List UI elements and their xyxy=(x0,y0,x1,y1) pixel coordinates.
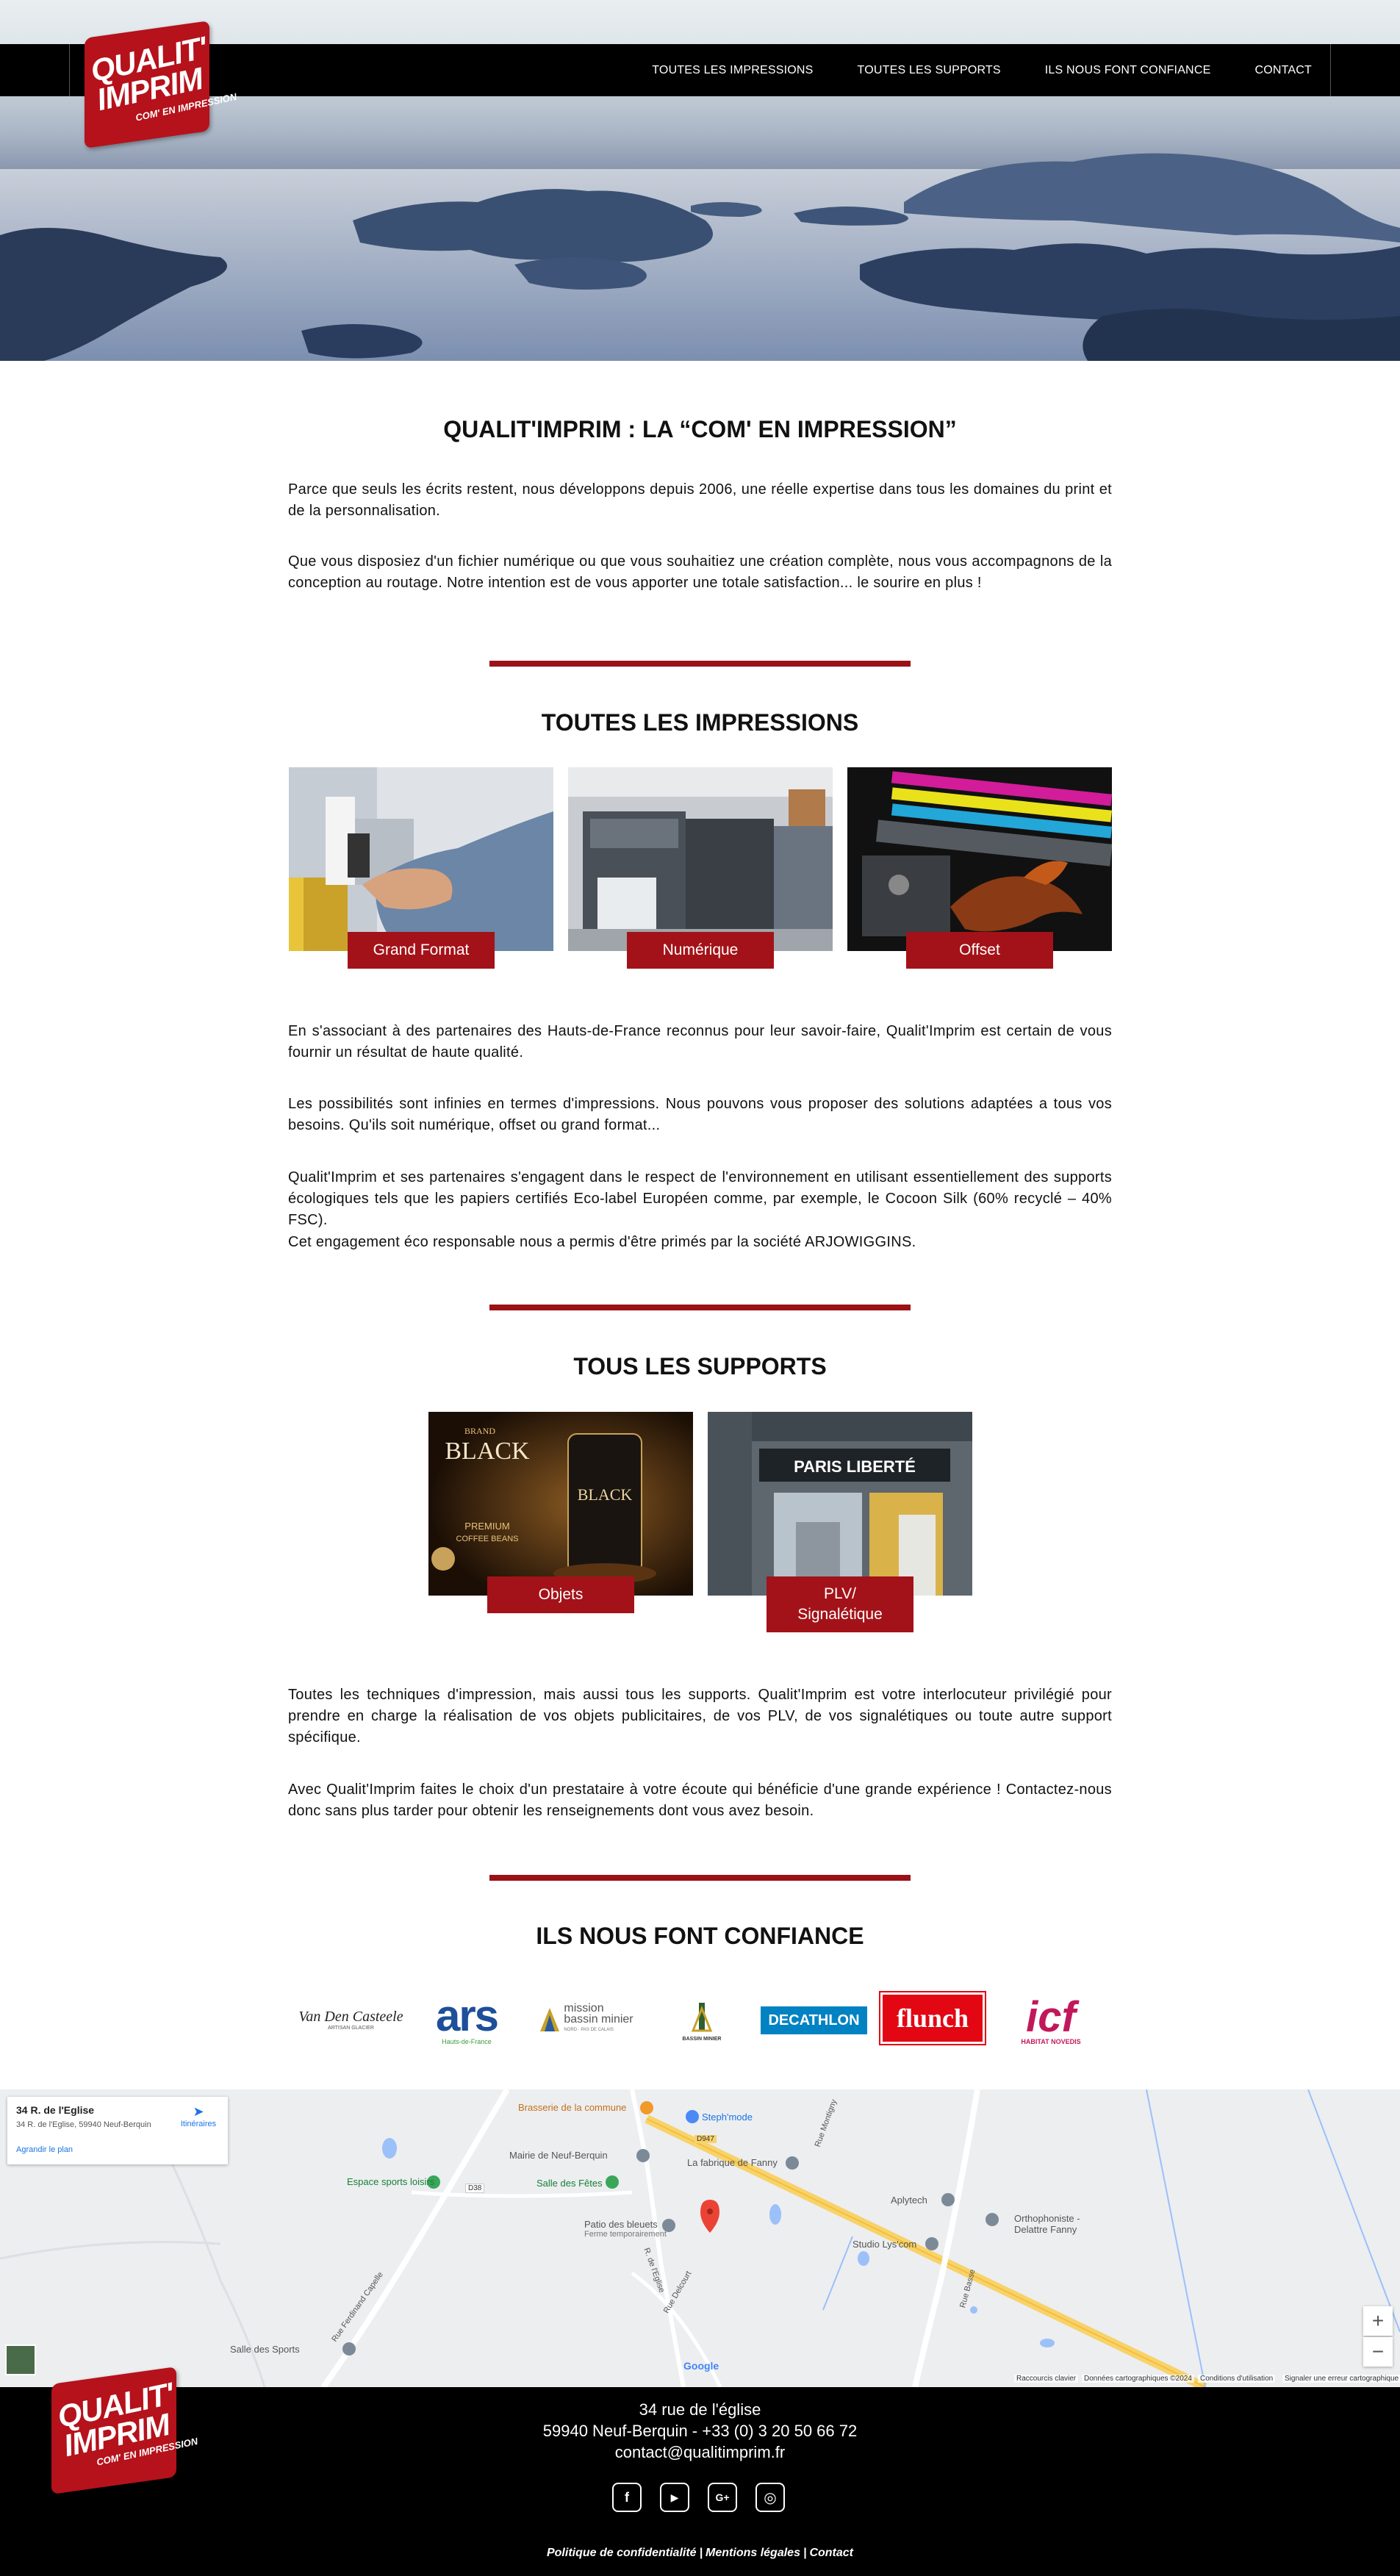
partner-logo-ars: ars Hauts-de-France xyxy=(435,1990,499,2045)
coffee-can-photo: BRAND BLACK BLACK PREMIUM COFFEE BEANS xyxy=(428,1412,693,1596)
supports-paragraph-2: Avec Qualit'Imprim faites le choix d'un … xyxy=(288,1782,1112,1819)
partner-logo-vandencasteele: Van Den Casteele ARTISAN GLACIER xyxy=(298,2008,403,2031)
footer-logo[interactable]: QUALIT' IMPRIM COM' EN IMPRESSION xyxy=(51,2365,220,2494)
coffee-premium-text: PREMIUM xyxy=(464,1521,509,1532)
partner-logo-decathlon: DECATHLON xyxy=(761,2006,867,2034)
privacy-policy-link[interactable]: Politique de confidentialité xyxy=(547,2547,697,2559)
partner-logo-mission-bassin-minier: mission bassin minier NORD · PAS DE CALA… xyxy=(533,1999,639,2039)
numerique-button[interactable]: Numérique xyxy=(627,932,774,969)
coffee-brand-text: BRAND xyxy=(464,1426,495,1436)
map-label-fabrique-fanny: La fabrique de Fanny xyxy=(687,2157,778,2168)
nav-link-contact[interactable]: CONTACT xyxy=(1254,64,1312,77)
map-zoom-in-button[interactable]: + xyxy=(1363,2306,1393,2336)
section-divider xyxy=(489,1875,911,1881)
map-directions-button[interactable]: ➤ Itinéraires xyxy=(176,2104,220,2128)
partner-logo-flunch: flunch xyxy=(879,1991,986,2045)
impressions-title: TOUTES LES IMPRESSIONS xyxy=(541,709,859,736)
intro-paragraph-1: Parce que seuls les écrits restent, nous… xyxy=(288,481,1112,519)
map-label-d38: D38 xyxy=(465,2184,485,2193)
map-label-stephmode: Steph'mode xyxy=(702,2112,753,2123)
card-grand-format[interactable]: Grand Format xyxy=(289,767,553,969)
svg-text:BLACK: BLACK xyxy=(578,1485,633,1504)
youtube-icon[interactable]: ▶ xyxy=(660,2483,689,2512)
site-logo[interactable]: QUALIT' IMPRIM COM' EN IMPRESSION xyxy=(85,21,246,148)
plv-label-line2: Signalétique xyxy=(797,1606,883,1623)
intro-title: QUALIT'IMPRIM : LA “COM' EN IMPRESSION” xyxy=(443,416,957,442)
intro-paragraph-2: Que vous disposiez d'un fichier numériqu… xyxy=(288,553,1112,591)
map-label-aplytech: Aplytech xyxy=(891,2195,927,2206)
map-place-title: 34 R. de l'Eglise xyxy=(16,2104,95,2116)
map-label-espace-sports: Espace sports loisirs xyxy=(347,2176,435,2187)
mission-triangle-icon xyxy=(540,2007,560,2031)
card-offset[interactable]: Offset xyxy=(847,767,1112,969)
map-label-salle-sports: Salle des Sports xyxy=(230,2344,300,2355)
hand-printer-photo xyxy=(289,767,553,951)
map-label-studio-lyscom: Studio Lys'com xyxy=(852,2239,917,2250)
objets-button[interactable]: Objets xyxy=(487,1576,634,1613)
nav-divider-right xyxy=(1330,44,1331,96)
nav-link-confiance[interactable]: ILS NOUS FONT CONFIANCE xyxy=(1045,64,1211,77)
map-label-salle-fetes: Salle des Fêtes xyxy=(536,2178,603,2189)
googleplus-icon[interactable]: G+ xyxy=(708,2483,737,2512)
partner-logo-bassin-minier-unesco: BASSIN MINIER xyxy=(676,1993,728,2048)
nav-link-impressions[interactable]: TOUTES LES IMPRESSIONS xyxy=(652,64,813,77)
impressions-paragraph-1: En s'associant à des partenaires des Hau… xyxy=(288,1023,1112,1061)
offset-button[interactable]: Offset xyxy=(906,932,1053,969)
storefront-photo: PARIS LIBERTÉ xyxy=(708,1412,972,1596)
map-label-d947: D947 xyxy=(694,2135,717,2143)
google-logo: Google xyxy=(683,2360,719,2372)
offset-rollers-photo xyxy=(847,767,1112,951)
section-divider xyxy=(489,1305,911,1310)
card-objets[interactable]: BRAND BLACK BLACK PREMIUM COFFEE BEANS O… xyxy=(428,1412,693,1613)
partner-logo-icf: icf HABITAT NOVEDIS xyxy=(1021,1993,1081,2046)
impressions-paragraph-3: Qualit'Imprim et ses partenaires s'engag… xyxy=(288,1169,1112,1228)
impressions-paragraph-2: Les possibilités sont infinies en termes… xyxy=(288,1096,1112,1133)
directions-icon: ➤ xyxy=(193,2104,204,2119)
partner-logos: Van Den Casteele ARTISAN GLACIER ars Hau… xyxy=(294,1984,1110,2051)
digital-press-photo xyxy=(568,767,833,951)
map-attr-terms[interactable]: Conditions d'utilisation xyxy=(1198,2375,1276,2383)
map-label-ferme-temp: Ferme temporairement xyxy=(584,2230,667,2239)
map-label-patio-bleuets: Patio des bleuets xyxy=(584,2219,658,2230)
map-attr-report[interactable]: Signaler une erreur cartographique xyxy=(1282,2375,1400,2383)
map-zoom-out-button[interactable]: − xyxy=(1363,2337,1393,2367)
storefront-sign-text: PARIS LIBERTÉ xyxy=(794,1457,916,1476)
partners-title: ILS NOUS FONT CONFIANCE xyxy=(536,1923,864,1949)
card-plv-signaletique[interactable]: PARIS LIBERTÉ PLV/ Signalétique xyxy=(708,1412,972,1632)
grand-format-button[interactable]: Grand Format xyxy=(348,932,495,969)
facebook-icon[interactable]: f xyxy=(612,2483,642,2512)
map-place-address: 34 R. de l'Eglise, 59940 Neuf-Berquin xyxy=(16,2120,151,2129)
section-divider xyxy=(489,661,911,667)
map-attr-shortcuts[interactable]: Raccourcis clavier xyxy=(1014,2375,1079,2383)
supports-title: TOUS LES SUPPORTS xyxy=(573,1353,827,1380)
footer-legal-links: Politique de confidentialité | Mentions lé… xyxy=(546,2547,854,2559)
map-place-card: 34 R. de l'Eglise 34 R. de l'Eglise, 599… xyxy=(7,2097,228,2164)
plv-label-line1: PLV/ xyxy=(824,1585,856,1602)
card-numerique[interactable]: Numérique xyxy=(568,767,833,969)
map-attr-data: Données cartographiques ©2024 xyxy=(1082,2375,1194,2383)
map-label-mairie: Mairie de Neuf-Berquin xyxy=(509,2150,608,2161)
map-enlarge-link[interactable]: Agrandir le plan xyxy=(16,2145,73,2154)
instagram-icon[interactable]: ◎ xyxy=(755,2483,785,2512)
coffee-black-text: BLACK xyxy=(445,1438,530,1465)
main-nav: TOUTES LES IMPRESSIONS TOUTES LES SUPPOR… xyxy=(652,44,1312,96)
coffee-beans-text: COFFEE BEANS xyxy=(456,1535,519,1543)
contact-link[interactable]: Contact xyxy=(809,2547,853,2559)
supports-paragraph-1: Toutes les techniques d'impression, mais… xyxy=(288,1687,1112,1746)
legal-notice-link[interactable]: Mentions légales xyxy=(706,2547,800,2559)
impressions-paragraph-4: Cet engagement éco responsable nous a pe… xyxy=(288,1234,916,1250)
nav-divider-left xyxy=(69,44,70,96)
plv-signaletique-button[interactable]: PLV/ Signalétique xyxy=(767,1576,913,1632)
map-label-brasserie: Brasserie de la commune xyxy=(518,2102,627,2113)
nav-link-supports[interactable]: TOUTES LES SUPPORTS xyxy=(858,64,1001,77)
mining-tower-icon xyxy=(691,2003,713,2032)
map-label-orthophoniste: Orthophoniste - Delattre Fanny xyxy=(1014,2213,1080,2235)
